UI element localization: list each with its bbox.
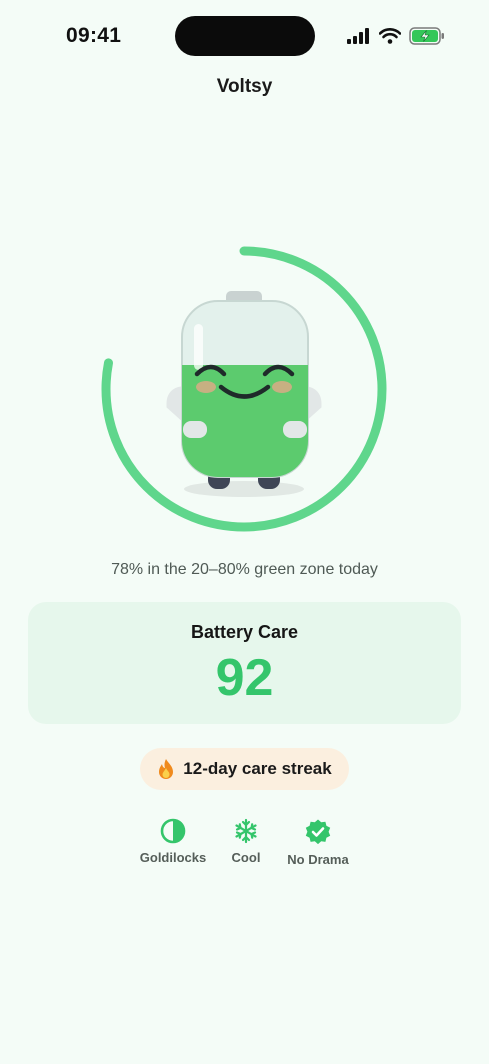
battery-care-score: 92 — [215, 649, 274, 707]
battery-ring — [96, 242, 396, 542]
care-streak-pill[interactable]: 12-day care streak — [140, 748, 349, 790]
dynamic-island — [175, 16, 315, 56]
status-bar: 09:41 — [0, 0, 489, 72]
battery-mascot — [166, 291, 322, 497]
check-badge-icon — [305, 819, 331, 845]
battery-charging-icon — [409, 27, 444, 45]
badge-label-no-drama: No Drama — [287, 852, 349, 867]
green-zone-summary: 78% in the 20–80% green zone today — [111, 561, 378, 578]
badge-goldilocks[interactable]: Goldilocks — [134, 818, 212, 865]
snowflake-icon — [235, 818, 257, 844]
badge-cool[interactable]: Cool — [222, 818, 270, 865]
wifi-icon — [379, 28, 401, 44]
status-time: 09:41 — [66, 24, 122, 47]
badge-no-drama[interactable]: No Drama — [282, 818, 354, 867]
app-title: Voltsy — [216, 76, 273, 97]
battery-care-label: Battery Care — [190, 622, 299, 642]
half-circle-icon — [160, 818, 186, 844]
signal-icon — [347, 28, 369, 44]
fire-icon — [159, 759, 174, 779]
badge-label-cool: Cool — [231, 850, 261, 865]
streak-text: 12-day care streak — [183, 759, 332, 778]
badge-label-goldilocks: Goldilocks — [139, 850, 207, 865]
status-icons — [347, 24, 445, 48]
battery-care-card[interactable]: Battery Care 92 — [28, 602, 461, 724]
